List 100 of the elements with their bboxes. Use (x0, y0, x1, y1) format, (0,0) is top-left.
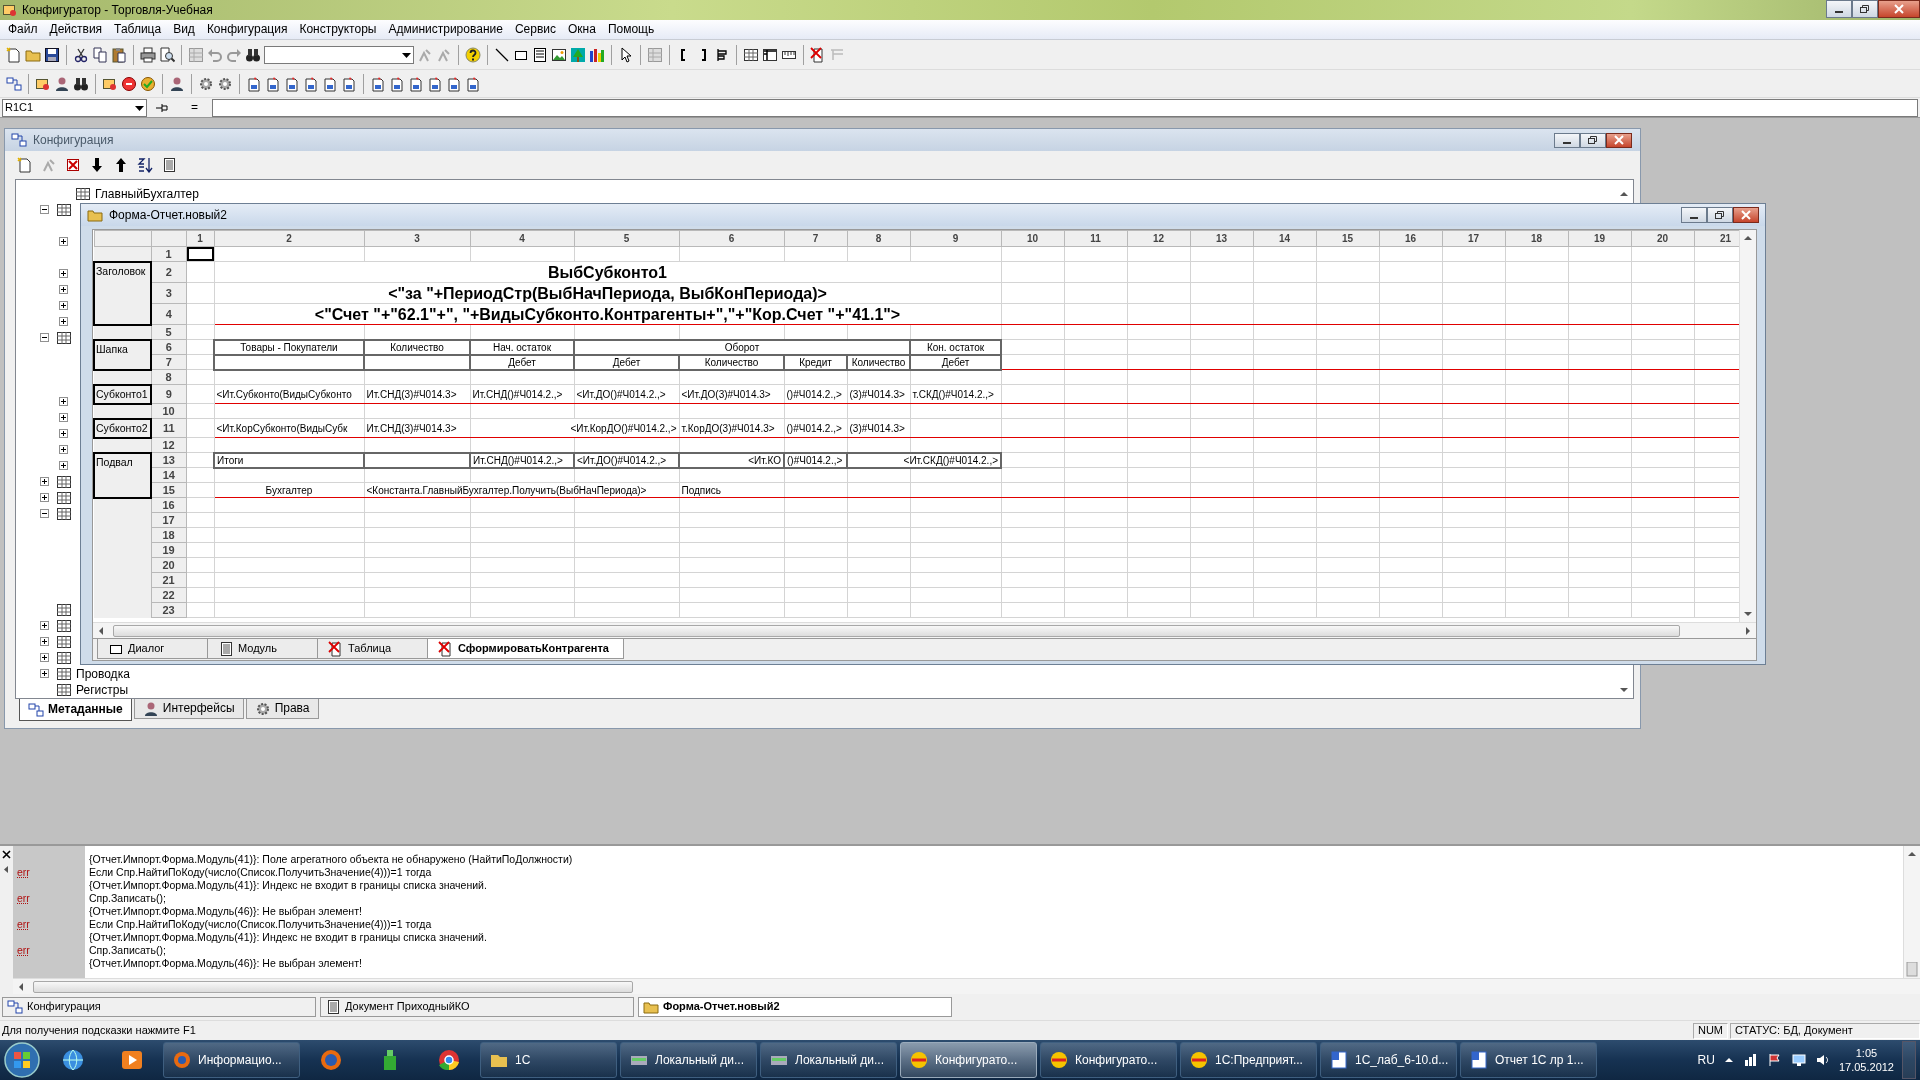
chart-icon[interactable] (589, 46, 605, 63)
taskbar-button[interactable]: Конфигурато... (900, 1042, 1037, 1078)
expand-icon[interactable] (59, 429, 68, 438)
document-icon[interactable] (465, 75, 481, 92)
minimize-button[interactable] (1681, 207, 1707, 223)
tab[interactable]: Права (245, 699, 319, 719)
network-icon[interactable] (1742, 1052, 1759, 1068)
menu-item[interactable]: Конфигурация (200, 22, 294, 37)
person-icon[interactable] (54, 75, 70, 92)
close-icon[interactable] (0, 848, 13, 861)
window-tab[interactable]: Конфигурация (2, 997, 316, 1017)
taskbar-button[interactable]: Информацио... (163, 1042, 300, 1078)
column-header[interactable]: 3 (364, 230, 470, 247)
expand-icon[interactable] (59, 413, 68, 422)
column-header[interactable]: 9 (910, 230, 1001, 247)
cell-address-field[interactable]: R1C1 (2, 98, 147, 117)
collapse-icon[interactable] (40, 509, 49, 518)
restore-button[interactable] (1707, 207, 1733, 223)
expand-icon[interactable] (59, 317, 68, 326)
expand-icon[interactable] (40, 637, 49, 646)
tab[interactable]: Таблица (317, 639, 429, 660)
tree-item[interactable]: ГлавныйБухгалтер (95, 187, 199, 202)
person-icon[interactable] (169, 75, 185, 92)
tree-item[interactable]: Проводка (76, 667, 130, 682)
vertical-scrollbar[interactable] (1739, 230, 1756, 623)
window-tab[interactable]: Форма-Отчет.новый2 (638, 997, 952, 1017)
clock-date[interactable]: 17.05.2012 (1838, 1060, 1894, 1074)
formula-field[interactable] (212, 98, 1918, 117)
document-icon[interactable] (341, 75, 357, 92)
column-header[interactable]: 7 (784, 230, 847, 247)
search-field[interactable] (264, 45, 414, 64)
new-item-icon[interactable] (17, 157, 33, 173)
scroll-thumb[interactable] (113, 624, 1680, 637)
binoculars-icon[interactable] (245, 46, 261, 63)
text-icon[interactable] (532, 46, 548, 63)
gear-icon[interactable] (198, 75, 214, 92)
menu-item[interactable]: Помощь (601, 22, 661, 37)
band-label[interactable]: Шапка (94, 339, 151, 370)
copy-icon[interactable] (92, 46, 108, 63)
taskbar-button[interactable]: 1С:Предприят... (1180, 1042, 1317, 1078)
monitor-icon[interactable] (1790, 1052, 1807, 1068)
column-header[interactable]: 4 (470, 230, 574, 247)
move-up-icon[interactable] (113, 157, 129, 173)
tree-item[interactable]: Регистры (76, 683, 129, 698)
column-header[interactable]: 18 (1505, 230, 1568, 247)
taskbar-button[interactable]: Отчет 1С лр 1... (1460, 1042, 1597, 1078)
menu-item[interactable]: Администрирование (382, 22, 509, 37)
restore-icon[interactable] (1713, 209, 1727, 221)
expand-icon[interactable] (40, 669, 49, 678)
new-document-icon[interactable] (6, 46, 22, 63)
column-header[interactable]: 16 (1379, 230, 1442, 247)
document-icon[interactable] (408, 75, 424, 92)
restore-button[interactable] (1852, 0, 1878, 18)
tab[interactable]: СформироватьКонтрагента (427, 639, 624, 660)
table-cell[interactable] (186, 246, 214, 262)
print-preview-icon[interactable] (159, 46, 175, 63)
horizontal-scrollbar[interactable] (13, 978, 1920, 994)
pointer-icon[interactable] (618, 46, 634, 63)
tree-icon[interactable] (570, 46, 586, 63)
speaker-icon[interactable] (1814, 1052, 1831, 1068)
column-header[interactable]: 21 (1694, 230, 1739, 247)
close-button[interactable] (1733, 207, 1759, 223)
document-icon[interactable] (389, 75, 405, 92)
picture-icon[interactable] (551, 46, 567, 63)
restore-button[interactable] (1580, 132, 1606, 148)
column-header[interactable]: 17 (1442, 230, 1505, 247)
move-down-icon[interactable] (89, 157, 105, 173)
column-header[interactable]: 20 (1631, 230, 1694, 247)
tab[interactable]: Метаданные (19, 699, 132, 721)
column-header[interactable]: 12 (1127, 230, 1190, 247)
delete-icon[interactable] (65, 157, 81, 173)
scroll-thumb[interactable] (33, 980, 633, 993)
column-header[interactable]: 5 (574, 230, 679, 247)
expand-icon[interactable] (40, 653, 49, 662)
column-header[interactable]: 11 (1064, 230, 1127, 247)
document-icon[interactable] (246, 75, 262, 92)
paste-icon[interactable] (111, 46, 127, 63)
minimize-button[interactable] (1554, 132, 1580, 148)
expand-icon[interactable] (40, 477, 49, 486)
taskbar-button[interactable]: 1С (480, 1042, 617, 1078)
column-header[interactable]: 14 (1253, 230, 1316, 247)
band-label[interactable]: Субконто1 (94, 384, 151, 404)
column-header[interactable]: 8 (847, 230, 910, 247)
taskbar-button[interactable]: Локальный ди... (620, 1042, 757, 1078)
expand-icon[interactable] (40, 621, 49, 630)
binoculars-icon[interactable] (73, 75, 89, 92)
band-label[interactable]: Заголовок (94, 261, 151, 325)
menu-item[interactable]: Окна (562, 22, 602, 37)
cut-icon[interactable] (73, 46, 89, 63)
expand-icon[interactable] (59, 285, 68, 294)
expand-icon[interactable] (59, 237, 68, 246)
flag-icon[interactable] (1766, 1052, 1783, 1068)
menu-item[interactable]: Сервис (508, 22, 562, 37)
help-icon[interactable] (465, 46, 481, 63)
close-button[interactable] (1606, 132, 1632, 148)
expand-icon[interactable] (59, 301, 68, 310)
tab[interactable]: Диалог (97, 639, 209, 660)
column-header[interactable]: 13 (1190, 230, 1253, 247)
horizontal-scrollbar[interactable] (93, 622, 1756, 639)
taskbar-button[interactable]: Локальный ди... (760, 1042, 897, 1078)
